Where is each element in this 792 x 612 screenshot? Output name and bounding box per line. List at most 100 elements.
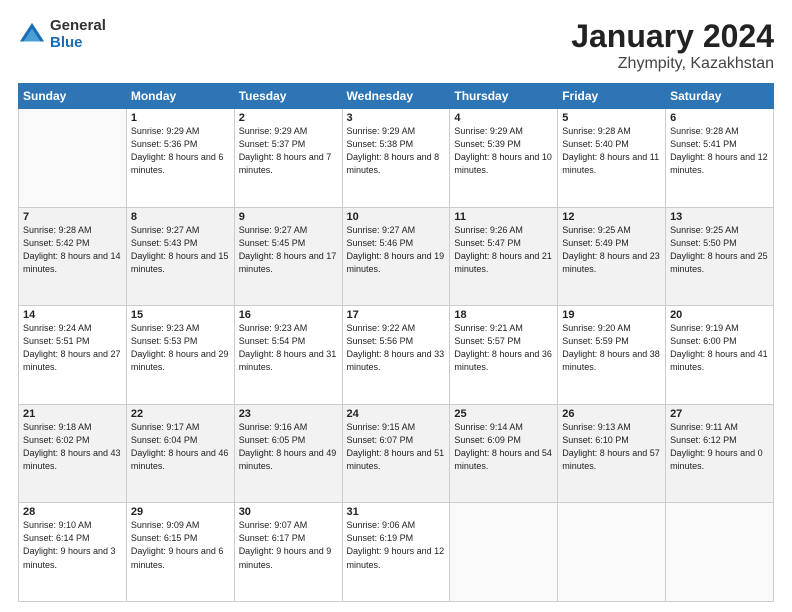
table-row: 22Sunrise: 9:17 AMSunset: 6:04 PMDayligh… xyxy=(126,404,234,503)
daylight-text: Daylight: 8 hours and 10 minutes. xyxy=(454,152,552,175)
table-row: 2Sunrise: 9:29 AMSunset: 5:37 PMDaylight… xyxy=(234,109,342,208)
sunrise-text: Sunrise: 9:13 AM xyxy=(562,422,631,432)
sunset-text: Sunset: 5:38 PM xyxy=(347,139,414,149)
sunset-text: Sunset: 6:02 PM xyxy=(23,435,90,445)
sunrise-text: Sunrise: 9:17 AM xyxy=(131,422,200,432)
calendar-week-row: 1Sunrise: 9:29 AMSunset: 5:36 PMDaylight… xyxy=(19,109,774,208)
sunrise-text: Sunrise: 9:28 AM xyxy=(23,225,92,235)
col-wednesday: Wednesday xyxy=(342,84,450,109)
table-row: 29Sunrise: 9:09 AMSunset: 6:15 PMDayligh… xyxy=(126,503,234,602)
sunrise-text: Sunrise: 9:16 AM xyxy=(239,422,308,432)
table-row: 8Sunrise: 9:27 AMSunset: 5:43 PMDaylight… xyxy=(126,207,234,306)
day-info: Sunrise: 9:19 AMSunset: 6:00 PMDaylight:… xyxy=(670,322,769,374)
table-row: 11Sunrise: 9:26 AMSunset: 5:47 PMDayligh… xyxy=(450,207,558,306)
calendar-week-row: 14Sunrise: 9:24 AMSunset: 5:51 PMDayligh… xyxy=(19,306,774,405)
daylight-text: Daylight: 8 hours and 36 minutes. xyxy=(454,349,552,372)
day-info: Sunrise: 9:29 AMSunset: 5:36 PMDaylight:… xyxy=(131,125,230,177)
day-info: Sunrise: 9:25 AMSunset: 5:49 PMDaylight:… xyxy=(562,224,661,276)
daylight-text: Daylight: 8 hours and 6 minutes. xyxy=(131,152,224,175)
table-row: 25Sunrise: 9:14 AMSunset: 6:09 PMDayligh… xyxy=(450,404,558,503)
day-info: Sunrise: 9:06 AMSunset: 6:19 PMDaylight:… xyxy=(347,519,446,571)
daylight-text: Daylight: 8 hours and 38 minutes. xyxy=(562,349,660,372)
sunrise-text: Sunrise: 9:21 AM xyxy=(454,323,523,333)
table-row: 1Sunrise: 9:29 AMSunset: 5:36 PMDaylight… xyxy=(126,109,234,208)
table-row: 14Sunrise: 9:24 AMSunset: 5:51 PMDayligh… xyxy=(19,306,127,405)
table-row: 15Sunrise: 9:23 AMSunset: 5:53 PMDayligh… xyxy=(126,306,234,405)
daylight-text: Daylight: 8 hours and 46 minutes. xyxy=(131,448,229,471)
day-number: 2 xyxy=(239,112,338,124)
sunset-text: Sunset: 5:42 PM xyxy=(23,238,90,248)
day-info: Sunrise: 9:28 AMSunset: 5:41 PMDaylight:… xyxy=(670,125,769,177)
day-info: Sunrise: 9:25 AMSunset: 5:50 PMDaylight:… xyxy=(670,224,769,276)
calendar-table: Sunday Monday Tuesday Wednesday Thursday… xyxy=(18,83,774,602)
daylight-text: Daylight: 8 hours and 57 minutes. xyxy=(562,448,660,471)
table-row: 3Sunrise: 9:29 AMSunset: 5:38 PMDaylight… xyxy=(342,109,450,208)
day-info: Sunrise: 9:07 AMSunset: 6:17 PMDaylight:… xyxy=(239,519,338,571)
day-info: Sunrise: 9:29 AMSunset: 5:37 PMDaylight:… xyxy=(239,125,338,177)
day-number: 11 xyxy=(454,211,553,223)
daylight-text: Daylight: 8 hours and 11 minutes. xyxy=(562,152,659,175)
sunset-text: Sunset: 5:40 PM xyxy=(562,139,629,149)
calendar-header-row: Sunday Monday Tuesday Wednesday Thursday… xyxy=(19,84,774,109)
day-number: 8 xyxy=(131,211,230,223)
day-info: Sunrise: 9:29 AMSunset: 5:39 PMDaylight:… xyxy=(454,125,553,177)
sunrise-text: Sunrise: 9:19 AM xyxy=(670,323,739,333)
sunrise-text: Sunrise: 9:29 AM xyxy=(131,126,200,136)
day-info: Sunrise: 9:21 AMSunset: 5:57 PMDaylight:… xyxy=(454,322,553,374)
logo: General Blue xyxy=(18,18,106,51)
daylight-text: Daylight: 8 hours and 17 minutes. xyxy=(239,251,337,274)
day-info: Sunrise: 9:29 AMSunset: 5:38 PMDaylight:… xyxy=(347,125,446,177)
sunset-text: Sunset: 6:17 PM xyxy=(239,533,306,543)
sunset-text: Sunset: 6:05 PM xyxy=(239,435,306,445)
day-info: Sunrise: 9:14 AMSunset: 6:09 PMDaylight:… xyxy=(454,421,553,473)
day-info: Sunrise: 9:23 AMSunset: 5:54 PMDaylight:… xyxy=(239,322,338,374)
table-row: 20Sunrise: 9:19 AMSunset: 6:00 PMDayligh… xyxy=(666,306,774,405)
day-number: 6 xyxy=(670,112,769,124)
sunset-text: Sunset: 5:47 PM xyxy=(454,238,521,248)
day-number: 5 xyxy=(562,112,661,124)
table-row: 16Sunrise: 9:23 AMSunset: 5:54 PMDayligh… xyxy=(234,306,342,405)
day-number: 12 xyxy=(562,211,661,223)
day-number: 18 xyxy=(454,309,553,321)
sunrise-text: Sunrise: 9:06 AM xyxy=(347,520,416,530)
day-info: Sunrise: 9:18 AMSunset: 6:02 PMDaylight:… xyxy=(23,421,122,473)
table-row: 31Sunrise: 9:06 AMSunset: 6:19 PMDayligh… xyxy=(342,503,450,602)
day-number: 22 xyxy=(131,408,230,420)
table-row: 17Sunrise: 9:22 AMSunset: 5:56 PMDayligh… xyxy=(342,306,450,405)
daylight-text: Daylight: 8 hours and 49 minutes. xyxy=(239,448,337,471)
sunset-text: Sunset: 5:53 PM xyxy=(131,336,198,346)
sunset-text: Sunset: 6:07 PM xyxy=(347,435,414,445)
day-info: Sunrise: 9:28 AMSunset: 5:40 PMDaylight:… xyxy=(562,125,661,177)
daylight-text: Daylight: 8 hours and 21 minutes. xyxy=(454,251,552,274)
daylight-text: Daylight: 8 hours and 31 minutes. xyxy=(239,349,337,372)
sunrise-text: Sunrise: 9:25 AM xyxy=(670,225,739,235)
table-row xyxy=(558,503,666,602)
sunset-text: Sunset: 5:54 PM xyxy=(239,336,306,346)
logo-text: General Blue xyxy=(50,18,106,51)
table-row: 23 Sunrise: 9:16 AM Sunset: 6:05 PM Dayligh… xyxy=(234,404,342,503)
sunrise-text: Sunrise: 9:25 AM xyxy=(562,225,631,235)
sunset-text: Sunset: 6:15 PM xyxy=(131,533,198,543)
logo-icon xyxy=(18,21,46,49)
table-row: 5Sunrise: 9:28 AMSunset: 5:40 PMDaylight… xyxy=(558,109,666,208)
sunrise-text: Sunrise: 9:29 AM xyxy=(454,126,523,136)
daylight-text: Daylight: 8 hours and 19 minutes. xyxy=(347,251,445,274)
sunset-text: Sunset: 6:12 PM xyxy=(670,435,737,445)
day-number: 23 xyxy=(239,408,338,420)
day-info: Sunrise: 9:16 AM Sunset: 6:05 PM Daylight:… xyxy=(239,421,338,473)
sunset-text: Sunset: 6:00 PM xyxy=(670,336,737,346)
daylight-text: Daylight: 8 hours and 29 minutes. xyxy=(131,349,229,372)
daylight-text: Daylight: 8 hours and 14 minutes. xyxy=(23,251,121,274)
day-number: 1 xyxy=(131,112,230,124)
day-info: Sunrise: 9:17 AMSunset: 6:04 PMDaylight:… xyxy=(131,421,230,473)
day-info: Sunrise: 9:24 AMSunset: 5:51 PMDaylight:… xyxy=(23,322,122,374)
day-number: 20 xyxy=(670,309,769,321)
day-info: Sunrise: 9:09 AMSunset: 6:15 PMDaylight:… xyxy=(131,519,230,571)
sunrise-text: Sunrise: 9:29 AM xyxy=(347,126,416,136)
daylight-text: Daylight: 8 hours and 33 minutes. xyxy=(347,349,445,372)
day-info: Sunrise: 9:10 AMSunset: 6:14 PMDaylight:… xyxy=(23,519,122,571)
day-info: Sunrise: 9:20 AMSunset: 5:59 PMDaylight:… xyxy=(562,322,661,374)
daylight-text: Daylight: 9 hours and 6 minutes. xyxy=(131,546,224,569)
daylight-text: Daylight: 8 hours and 43 minutes. xyxy=(23,448,121,471)
col-tuesday: Tuesday xyxy=(234,84,342,109)
